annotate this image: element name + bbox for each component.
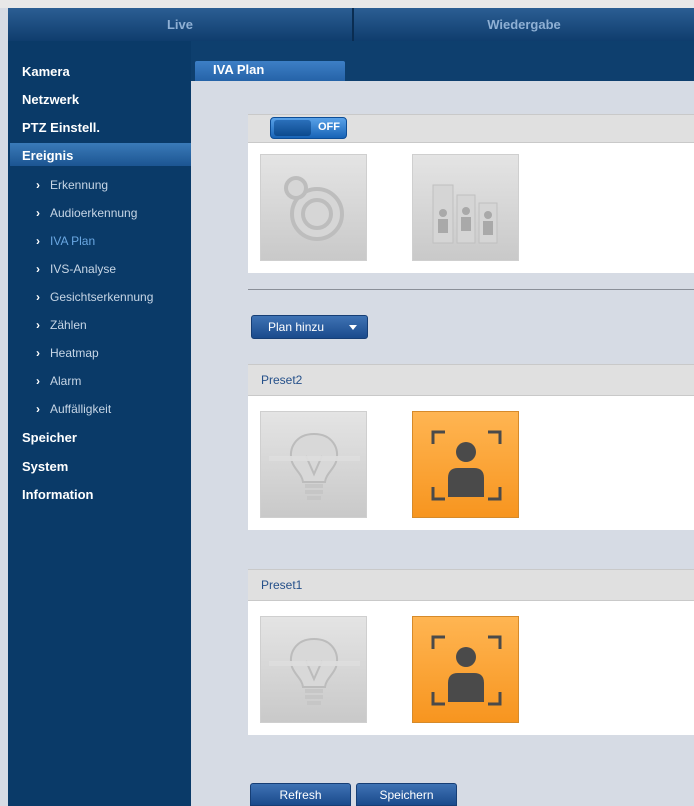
chevron-right-icon: › [36,402,40,416]
preset1-label: Preset1 [261,578,303,592]
sidebar-sub-zaehlen[interactable]: › Zählen [36,318,87,332]
sidebar-sub-label: Auffälligkeit [50,402,112,416]
sidebar-sub-label: Gesichtserkennung [50,290,154,304]
enable-toggle[interactable]: OFF [270,117,347,139]
preset1-header: Preset1 [248,569,694,601]
add-plan-button[interactable]: Plan hinzu [251,315,368,339]
sidebar-item-ereignis[interactable]: Ereignis [22,148,73,163]
add-plan-label: Plan hinzu [268,320,325,334]
sidebar-sub-gesichtserkennung[interactable]: › Gesichtserkennung [36,290,153,304]
sidebar-item-ptz[interactable]: PTZ Einstell. [22,120,100,135]
save-button[interactable]: Speichern [356,783,457,806]
sidebar-sub-iva-plan[interactable]: › IVA Plan [36,234,95,248]
light-bulb-icon [269,637,360,705]
people-count-tile[interactable] [412,154,519,261]
sidebar-sub-heatmap[interactable]: › Heatmap [36,346,99,360]
sidebar-sub-label: Alarm [50,374,82,388]
preset2-face-tile[interactable] [412,411,519,518]
chevron-right-icon: › [36,374,40,388]
sidebar-sub-label: Zählen [50,318,87,332]
sidebar-sub-audioerkennung[interactable]: › Audioerkennung [36,206,137,220]
sidebar-sub-alarm[interactable]: › Alarm [36,374,81,388]
preset1-face-tile[interactable] [412,616,519,723]
preset2-light-tile[interactable] [260,411,367,518]
sidebar-item-system[interactable]: System [22,459,68,474]
sidebar-sub-label: Audioerkennung [50,206,138,220]
preset2-label: Preset2 [261,373,303,387]
sidebar-sub-label: Erkennung [50,178,109,192]
preset2-header: Preset2 [248,364,694,396]
chevron-right-icon: › [36,346,40,360]
sidebar-sub-label: Heatmap [50,346,99,360]
face-detect-icon [431,430,502,501]
sidebar-item-information[interactable]: Information [22,487,94,502]
chevron-right-icon: › [36,178,40,192]
sidebar-sub-label: IVA Plan [50,234,96,248]
top-nav: Live Wiedergabe [8,8,694,41]
light-bulb-icon [269,432,360,500]
target-icon [284,176,344,241]
tab-iva-plan[interactable]: IVA Plan [195,61,345,81]
refresh-button[interactable]: Refresh [250,783,351,806]
sidebar-sub-label: IVS-Analyse [50,262,117,276]
tab-live[interactable]: Live [8,8,352,41]
chevron-right-icon: › [36,234,40,248]
chevron-right-icon: › [36,206,40,220]
tab-playback[interactable]: Wiedergabe [354,8,694,41]
scene-tile[interactable] [260,154,367,261]
chevron-right-icon: › [36,318,40,332]
preset1-light-tile[interactable] [260,616,367,723]
sidebar-sub-auffaelligkeit[interactable]: › Auffälligkeit [36,402,111,416]
chevron-right-icon: › [36,290,40,304]
sidebar-item-kamera[interactable]: Kamera [22,64,70,79]
top-strip [0,0,694,8]
section-divider [248,289,694,290]
chevron-right-icon: › [36,262,40,276]
sidebar-item-speicher[interactable]: Speicher [22,430,77,445]
toggle-label: OFF [318,121,340,133]
sidebar-sub-ivs-analyse[interactable]: › IVS-Analyse [36,262,116,276]
sidebar-sub-erkennung[interactable]: › Erkennung [36,178,108,192]
people-count-icon [432,184,498,244]
toggle-knob [274,120,311,136]
sidebar-item-netzwerk[interactable]: Netzwerk [22,92,79,107]
face-detect-icon [431,635,502,706]
dropdown-caret-icon [349,325,357,330]
